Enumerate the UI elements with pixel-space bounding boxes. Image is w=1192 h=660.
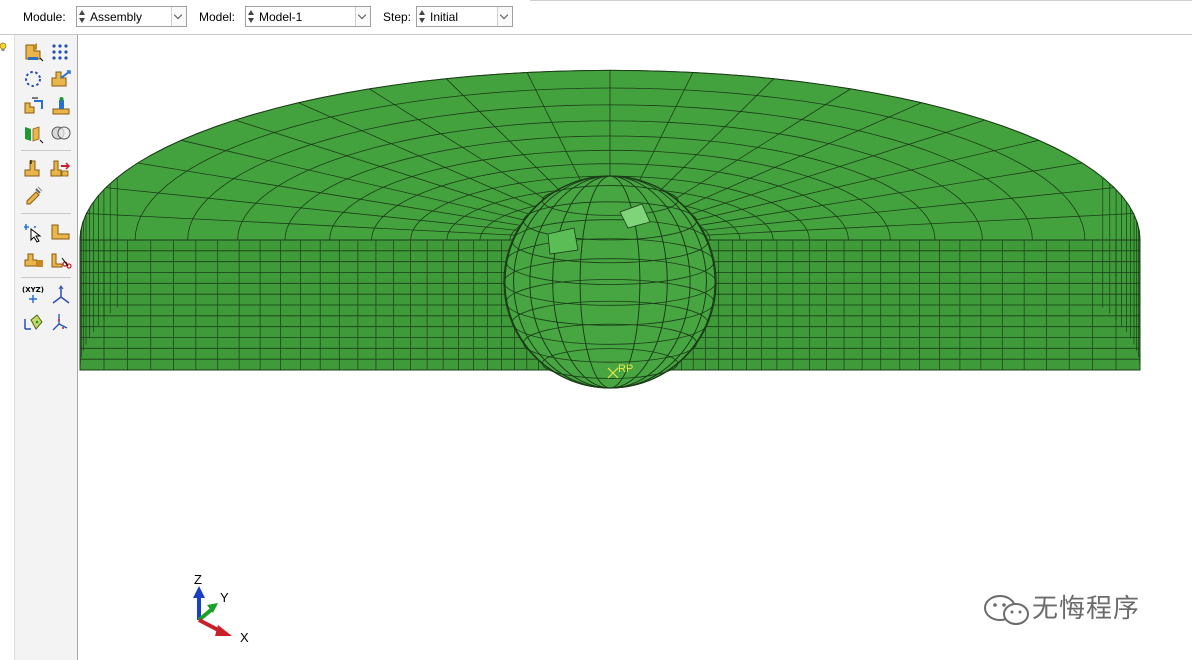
model-label: Model: xyxy=(199,10,236,24)
measure-icon[interactable] xyxy=(49,311,73,333)
assembly-toolbox: (XYZ) xyxy=(14,35,78,660)
surface-icon[interactable] xyxy=(49,221,73,243)
xyz-point-icon[interactable]: (XYZ) xyxy=(22,284,46,306)
step-label: Step: xyxy=(383,10,412,24)
create-feature-icon[interactable] xyxy=(22,68,46,90)
datum-csys-icon[interactable] xyxy=(49,284,73,306)
z-axis-label: Z xyxy=(194,572,202,587)
reference-point-label: RP xyxy=(618,363,634,375)
move-icon[interactable] xyxy=(22,311,46,333)
step-combo[interactable]: Initial xyxy=(416,6,513,27)
model-value: Model-1 xyxy=(259,10,303,24)
boolean-icon[interactable] xyxy=(49,122,73,144)
merge-cut-icon[interactable] xyxy=(22,122,46,144)
sphere-instance xyxy=(503,175,717,389)
radial-pattern-icon[interactable] xyxy=(22,184,46,206)
lightbulb-icon[interactable] xyxy=(0,42,8,52)
step-dropdown-icon[interactable] xyxy=(497,7,512,26)
module-combo[interactable]: Assembly xyxy=(76,6,187,27)
z-axis-head xyxy=(193,586,205,598)
instance-part-icon[interactable] xyxy=(22,41,46,63)
model-spin-icon[interactable] xyxy=(247,9,256,24)
datum-axis-icon[interactable] xyxy=(49,248,73,270)
model-combo[interactable]: Model-1 xyxy=(245,6,371,27)
translate-instance-icon[interactable] xyxy=(49,68,73,90)
linear-pattern-icon[interactable] xyxy=(49,157,73,179)
module-dropdown-icon[interactable] xyxy=(171,7,186,26)
svg-text:(XYZ): (XYZ) xyxy=(22,286,44,294)
x-axis-head xyxy=(215,625,232,636)
step-spin-icon[interactable] xyxy=(418,9,427,24)
instance-array-icon[interactable] xyxy=(49,41,73,63)
module-label: Module: xyxy=(23,10,66,24)
context-bar: Module: Assembly Model: Model-1 Step: In… xyxy=(0,0,1192,35)
x-axis-label: X xyxy=(240,630,249,645)
module-spin-icon[interactable] xyxy=(78,9,87,24)
step-value: Initial xyxy=(430,10,459,24)
y-axis-label: Y xyxy=(220,590,229,605)
position-constraint-icon[interactable] xyxy=(49,95,73,117)
set-query-icon[interactable] xyxy=(22,221,46,243)
module-value: Assembly xyxy=(90,10,143,24)
assembly-model[interactable] xyxy=(78,35,1192,660)
left-strip xyxy=(0,35,14,660)
coordinate-system-icon[interactable] xyxy=(22,248,46,270)
rotate-instance-icon[interactable] xyxy=(22,95,46,117)
view-triad: Z Y X xyxy=(180,570,260,650)
create-datum-point-icon[interactable] xyxy=(22,157,46,179)
graphics-viewport[interactable]: RP xyxy=(78,35,1192,660)
model-dropdown-icon[interactable] xyxy=(355,7,370,26)
watermark-text: 无悔程序 xyxy=(1032,594,1141,624)
